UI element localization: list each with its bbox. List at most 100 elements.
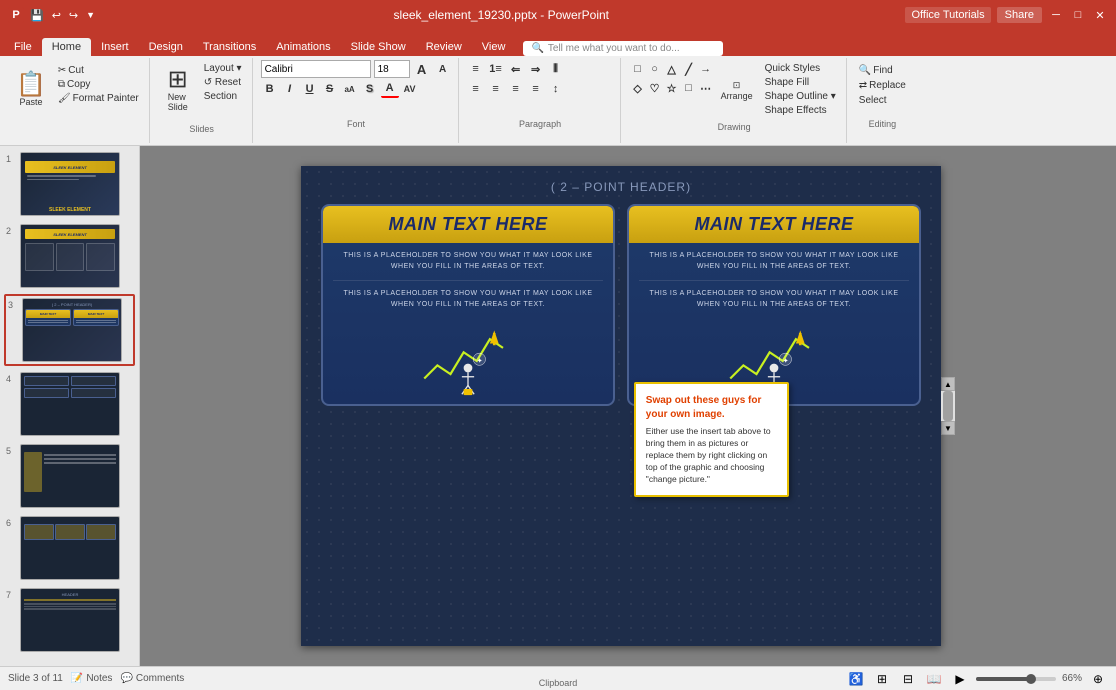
copy-icon: ⧉ xyxy=(58,79,65,90)
font-color-btn[interactable]: A xyxy=(381,80,399,98)
shape-effects-button[interactable]: Shape Effects xyxy=(761,104,840,117)
window-controls: Office Tutorials Share ─ □ ✕ xyxy=(905,7,1108,23)
slide-thumb-3[interactable]: 3 ( 2 – POINT HEADER) MAIN TEXT xyxy=(4,294,135,366)
align-right-btn[interactable]: ≡ xyxy=(507,80,525,98)
strikethrough-btn[interactable]: S xyxy=(321,80,339,98)
tab-review[interactable]: Review xyxy=(416,38,472,56)
slide-thumb-2[interactable]: 2 SLEEK ELEMENT xyxy=(4,222,135,290)
save-quick-btn[interactable]: 💾 xyxy=(28,7,46,24)
indent-increase-btn[interactable]: ⇒ xyxy=(527,60,545,78)
slide-box-2[interactable]: MAIN TEXT HERE THIS IS A PLACEHOLDER TO … xyxy=(627,204,921,406)
bullets-btn[interactable]: ≡ xyxy=(467,60,485,78)
scroll-track[interactable] xyxy=(941,391,955,421)
columns-btn[interactable]: ⦀ xyxy=(547,60,565,78)
tab-transitions[interactable]: Transitions xyxy=(193,38,266,56)
shape-more-btn[interactable]: ⋯ xyxy=(697,79,715,97)
tab-design[interactable]: Design xyxy=(139,38,193,56)
search-placeholder: Tell me what you want to do... xyxy=(548,43,680,54)
line-spacing-btn[interactable]: ↕ xyxy=(547,80,565,98)
indent-decrease-btn[interactable]: ⇐ xyxy=(507,60,525,78)
format-painter-button[interactable]: 🖌 Format Painter xyxy=(54,92,143,105)
redo-quick-btn[interactable]: ↪ xyxy=(67,7,80,24)
scroll-down-btn[interactable]: ▼ xyxy=(941,421,955,435)
select-button[interactable]: Select xyxy=(855,94,910,107)
office-tutorials-btn[interactable]: Office Tutorials xyxy=(905,7,990,23)
shape-triangle-btn[interactable]: △ xyxy=(663,60,681,78)
replace-button[interactable]: ⇄ Replace xyxy=(855,79,910,92)
customize-quick-btn[interactable]: ▼ xyxy=(84,8,97,22)
shape-line-btn[interactable]: ╱ xyxy=(680,60,698,78)
smallcaps-btn[interactable]: aA xyxy=(341,80,359,98)
scroll-thumb[interactable] xyxy=(943,391,953,421)
numbering-btn[interactable]: 1≡ xyxy=(487,60,505,78)
new-slide-button[interactable]: ⊞ NewSlide xyxy=(158,60,198,120)
paste-button[interactable]: 📋 Paste xyxy=(10,60,52,120)
slide-thumb-7[interactable]: 7 HEADER xyxy=(4,586,135,654)
char-spacing-btn[interactable]: AV xyxy=(401,80,419,98)
zoom-fill xyxy=(976,677,1028,681)
shape-heart-btn[interactable]: ♡ xyxy=(646,79,664,97)
tab-view[interactable]: View xyxy=(472,38,516,56)
slide-thumb-1[interactable]: 1 SLEEK ELEMENT SLEEK ELEMENT xyxy=(4,150,135,218)
slide-canvas[interactable]: ( 2 – POINT HEADER) MAIN TEXT HERE THIS … xyxy=(301,166,941,646)
share-btn[interactable]: Share xyxy=(997,7,1042,23)
shadow-btn[interactable]: S xyxy=(361,80,379,98)
font-group: A A B I U S aA S A AV Font xyxy=(255,58,459,143)
search-bar: 🔍 Tell me what you want to do... xyxy=(515,41,1116,56)
paste-label: Paste xyxy=(19,97,42,107)
align-center-btn[interactable]: ≡ xyxy=(487,80,505,98)
reset-button[interactable]: ↺ Reset xyxy=(200,76,246,89)
undo-quick-btn[interactable]: ↩ xyxy=(50,7,63,24)
tab-insert[interactable]: Insert xyxy=(91,38,139,56)
arrange-button[interactable]: ⊡ Arrange xyxy=(715,60,759,120)
font-size-input[interactable] xyxy=(374,60,410,78)
slide-thumb-5[interactable]: 5 xyxy=(4,442,135,510)
shape-arrow-btn[interactable]: → xyxy=(697,60,715,78)
bold-btn[interactable]: B xyxy=(261,80,279,98)
tab-file[interactable]: File xyxy=(4,38,42,56)
layout-button[interactable]: Layout ▾ xyxy=(200,62,246,75)
shape-ellipse-btn[interactable]: ○ xyxy=(646,60,664,78)
underline-btn[interactable]: U xyxy=(301,80,319,98)
copy-button[interactable]: ⧉ Copy xyxy=(54,78,143,91)
zoom-slider[interactable] xyxy=(976,677,1056,681)
slide-box-1[interactable]: MAIN TEXT HERE THIS IS A PLACEHOLDER TO … xyxy=(321,204,615,406)
slide-thumb-6[interactable]: 6 xyxy=(4,514,135,582)
shape-diamond-btn[interactable]: ◇ xyxy=(629,79,647,97)
arrange-icon: ⊡ xyxy=(733,80,741,91)
italic-btn[interactable]: I xyxy=(281,80,299,98)
window-title: sleek_element_19230.pptx - PowerPoint xyxy=(394,8,609,22)
ribbon: 📋 Paste ✂ Cut ⧉ Copy 🖌 Format Painter Cl… xyxy=(0,56,1116,146)
justify-btn[interactable]: ≡ xyxy=(527,80,545,98)
zoom-thumb[interactable] xyxy=(1026,674,1036,684)
font-name-input[interactable] xyxy=(261,60,371,78)
slide-panel[interactable]: 1 SLEEK ELEMENT SLEEK ELEMENT xyxy=(0,146,140,666)
find-button[interactable]: 🔍 Find xyxy=(855,64,910,77)
font-size-increase-btn[interactable]: A xyxy=(413,60,431,78)
restore-btn[interactable]: □ xyxy=(1070,7,1086,23)
shape-outline-button[interactable]: Shape Outline ▾ xyxy=(761,90,840,103)
cut-button[interactable]: ✂ Cut xyxy=(54,64,143,77)
minimize-btn[interactable]: ─ xyxy=(1048,7,1064,23)
replace-icon: ⇄ xyxy=(859,80,867,91)
popup-body: Either use the insert tab above to bring… xyxy=(646,426,777,485)
shape-star-btn[interactable]: ☆ xyxy=(663,79,681,97)
font-size-decrease-btn[interactable]: A xyxy=(434,60,452,78)
shape-fill-button[interactable]: Shape Fill xyxy=(761,76,840,89)
close-btn[interactable]: ✕ xyxy=(1092,7,1108,23)
quick-styles-button[interactable]: Quick Styles xyxy=(761,62,840,75)
paragraph-label: Paragraph xyxy=(467,117,614,129)
new-slide-label: NewSlide xyxy=(168,92,188,112)
section-button[interactable]: Section xyxy=(200,90,246,103)
shape-rect-btn[interactable]: □ xyxy=(629,60,647,78)
align-left-btn[interactable]: ≡ xyxy=(467,80,485,98)
paste-icon: 📋 xyxy=(16,73,46,97)
slide-scrollbar-vertical[interactable]: ▲ ▼ xyxy=(941,377,955,435)
slide-thumb-4[interactable]: 4 xyxy=(4,370,135,438)
scroll-up-btn[interactable]: ▲ xyxy=(941,377,955,391)
tab-home[interactable]: Home xyxy=(42,38,91,56)
slide-box-1-figure: ✦ xyxy=(323,318,613,404)
shape-callout-btn[interactable]: □ xyxy=(680,79,698,97)
tab-animations[interactable]: Animations xyxy=(266,38,340,56)
tab-slideshow[interactable]: Slide Show xyxy=(341,38,416,56)
